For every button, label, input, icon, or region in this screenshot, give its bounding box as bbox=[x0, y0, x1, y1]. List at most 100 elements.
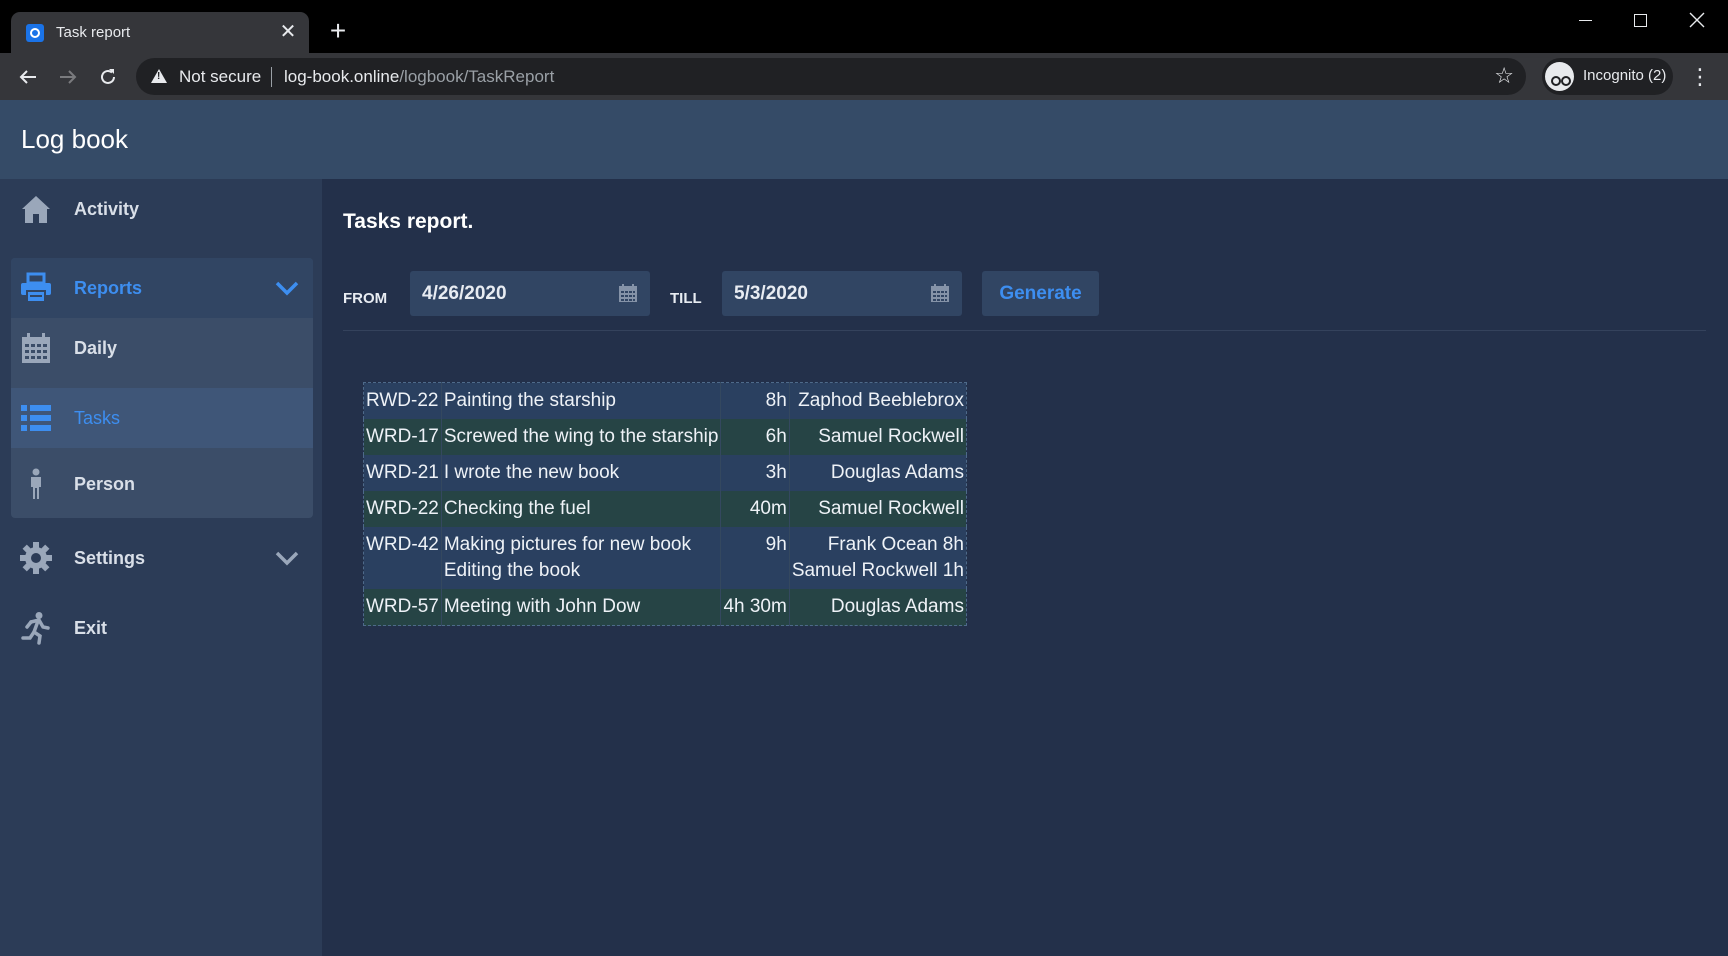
omnibox-divider bbox=[271, 67, 272, 87]
calendar-icon[interactable] bbox=[930, 283, 950, 303]
person-cell: Douglas Adams bbox=[789, 455, 967, 491]
sidebar-item-settings[interactable]: Settings bbox=[11, 528, 313, 590]
chevron-down-icon[interactable] bbox=[273, 544, 301, 572]
time-cell: 9h bbox=[720, 527, 790, 589]
person-name: Samuel Rockwell 1h bbox=[791, 560, 964, 581]
close-icon bbox=[1689, 12, 1705, 28]
person-name: Zaphod Beeblebrox bbox=[798, 390, 964, 411]
time-cell: 6h bbox=[720, 419, 790, 455]
warning-icon bbox=[151, 69, 167, 83]
task-code-cell: WRD-22 bbox=[363, 491, 442, 527]
reload-button[interactable] bbox=[92, 61, 124, 93]
profile-label: Incognito (2) bbox=[1583, 67, 1667, 84]
till-label: TILL bbox=[670, 290, 702, 307]
till-date-input[interactable]: 5/3/2020 bbox=[722, 271, 962, 316]
task-name: Making pictures for new book bbox=[443, 534, 691, 555]
task-list-icon bbox=[21, 405, 51, 431]
calendar-icon[interactable] bbox=[618, 283, 638, 303]
sidebar-item-label: Person bbox=[74, 474, 136, 494]
task-code-cell: WRD-57 bbox=[363, 589, 442, 626]
window-maximize-button[interactable] bbox=[1620, 6, 1660, 34]
forward-button[interactable] bbox=[52, 61, 84, 93]
task-name-cell: I wrote the new book bbox=[441, 455, 722, 491]
task-code-cell: WRD-17 bbox=[363, 419, 442, 455]
arrow-right-icon bbox=[60, 70, 77, 84]
table-row: WRD-17 Screwed the wing to the starship 6h… bbox=[363, 419, 967, 455]
window-minimize-button[interactable] bbox=[1565, 6, 1605, 34]
person-cell: Samuel Rockwell bbox=[789, 419, 967, 455]
gear-icon bbox=[20, 542, 52, 574]
tab-title: Task report bbox=[56, 24, 131, 41]
window-close-button[interactable] bbox=[1677, 6, 1717, 34]
sidebar-item-label: Reports bbox=[74, 278, 143, 298]
app-header: Log book bbox=[0, 100, 1728, 179]
sidebar-item-label: Daily bbox=[74, 338, 118, 358]
person-name: Douglas Adams bbox=[830, 596, 964, 617]
from-label: FROM bbox=[343, 290, 388, 307]
url-text[interactable]: log-book.online/logbook/TaskReport bbox=[284, 67, 554, 87]
person-name: Frank Ocean 8h bbox=[827, 534, 964, 555]
table-row: WRD-42 Making pictures for new book Editin… bbox=[363, 527, 967, 589]
task-name-cell: Painting the starship bbox=[441, 382, 722, 419]
incognito-profile-button[interactable]: Incognito (2) bbox=[1542, 58, 1673, 95]
person-cell: Zaphod Beeblebrox bbox=[789, 382, 967, 419]
table-row: WRD-22 Checking the fuel 40m Samuel Rockwel… bbox=[363, 491, 967, 527]
sidebar-item-reports[interactable]: Reports bbox=[11, 258, 313, 318]
time-cell: 3h bbox=[720, 455, 790, 491]
task-code-cell: WRD-42 bbox=[363, 527, 442, 589]
url-path: /logbook/TaskReport bbox=[399, 67, 555, 86]
person-name: Samuel Rockwell bbox=[818, 498, 964, 519]
browser-tab[interactable]: Task report ✕ bbox=[11, 12, 309, 53]
from-date-input[interactable]: 4/26/2020 bbox=[410, 271, 650, 316]
table-row: WRD-21 I wrote the new book 3h Douglas Adam… bbox=[363, 455, 967, 491]
time-cell: 40m bbox=[720, 491, 790, 527]
task-name: Screwed the wing to the starship bbox=[443, 426, 719, 447]
from-date-value: 4/26/2020 bbox=[422, 283, 507, 304]
task-report-table: RWD-22 Painting the starship 8h Zaphod Beeb… bbox=[363, 382, 967, 626]
sidebar-item-label: Exit bbox=[74, 618, 108, 638]
person-cell: Frank Ocean 8h Samuel Rockwell 1h bbox=[789, 527, 967, 589]
person-name: Samuel Rockwell bbox=[818, 426, 964, 447]
browser-menu-button[interactable]: ⋮ bbox=[1688, 61, 1712, 93]
task-name: Meeting with John Dow bbox=[443, 596, 641, 617]
reload-icon bbox=[101, 69, 115, 84]
task-code-cell: RWD-22 bbox=[363, 382, 442, 419]
sidebar: Activity Reports Daily Tasks Person Sett… bbox=[0, 179, 322, 956]
app-root: Log book Activity Reports Daily Tasks Pe… bbox=[0, 100, 1728, 956]
person-name: Douglas Adams bbox=[830, 462, 964, 483]
task-name: Checking the fuel bbox=[443, 498, 591, 519]
task-name-cell: Screwed the wing to the starship bbox=[441, 419, 722, 455]
table-row: RWD-22 Painting the starship 8h Zaphod Beeb… bbox=[363, 382, 967, 419]
tab-close-icon[interactable]: ✕ bbox=[277, 21, 299, 43]
address-bar[interactable]: Not secure log-book.online/logbook/TaskR… bbox=[136, 58, 1526, 95]
sidebar-item-tasks[interactable]: Tasks bbox=[11, 388, 313, 448]
person-cell: Samuel Rockwell bbox=[789, 491, 967, 527]
person-cell: Douglas Adams bbox=[789, 589, 967, 626]
generate-button[interactable]: Generate bbox=[982, 271, 1099, 316]
task-name: Painting the starship bbox=[443, 390, 617, 411]
browser-toolbar: Not secure log-book.online/logbook/TaskR… bbox=[0, 53, 1728, 100]
security-label[interactable]: Not secure bbox=[179, 67, 261, 87]
time-cell: 8h bbox=[720, 382, 790, 419]
task-name: Editing the book bbox=[443, 560, 581, 581]
task-name-cell: Meeting with John Dow bbox=[441, 589, 722, 626]
time-cell: 4h 30m bbox=[720, 589, 790, 626]
app-title: Log book bbox=[21, 124, 128, 154]
sidebar-item-person[interactable]: Person bbox=[11, 454, 313, 516]
new-tab-button[interactable]: + bbox=[324, 17, 352, 45]
sidebar-item-label: Activity bbox=[74, 199, 140, 219]
url-host: log-book.online bbox=[284, 67, 400, 86]
sidebar-item-daily[interactable]: Daily bbox=[11, 318, 313, 380]
sidebar-item-label: Settings bbox=[74, 548, 146, 568]
divider bbox=[343, 330, 1706, 331]
sidebar-item-activity[interactable]: Activity bbox=[11, 179, 313, 241]
calendar-icon bbox=[22, 333, 50, 363]
task-code-cell: WRD-21 bbox=[363, 455, 442, 491]
running-exit-icon bbox=[21, 612, 50, 645]
chevron-down-icon[interactable] bbox=[273, 274, 301, 302]
task-name: I wrote the new book bbox=[443, 462, 620, 483]
reports-submenu: Reports Daily Tasks Person bbox=[11, 258, 313, 518]
bookmark-star-icon[interactable]: ☆ bbox=[1494, 63, 1514, 89]
back-button[interactable] bbox=[12, 61, 44, 93]
sidebar-item-exit[interactable]: Exit bbox=[11, 598, 313, 660]
